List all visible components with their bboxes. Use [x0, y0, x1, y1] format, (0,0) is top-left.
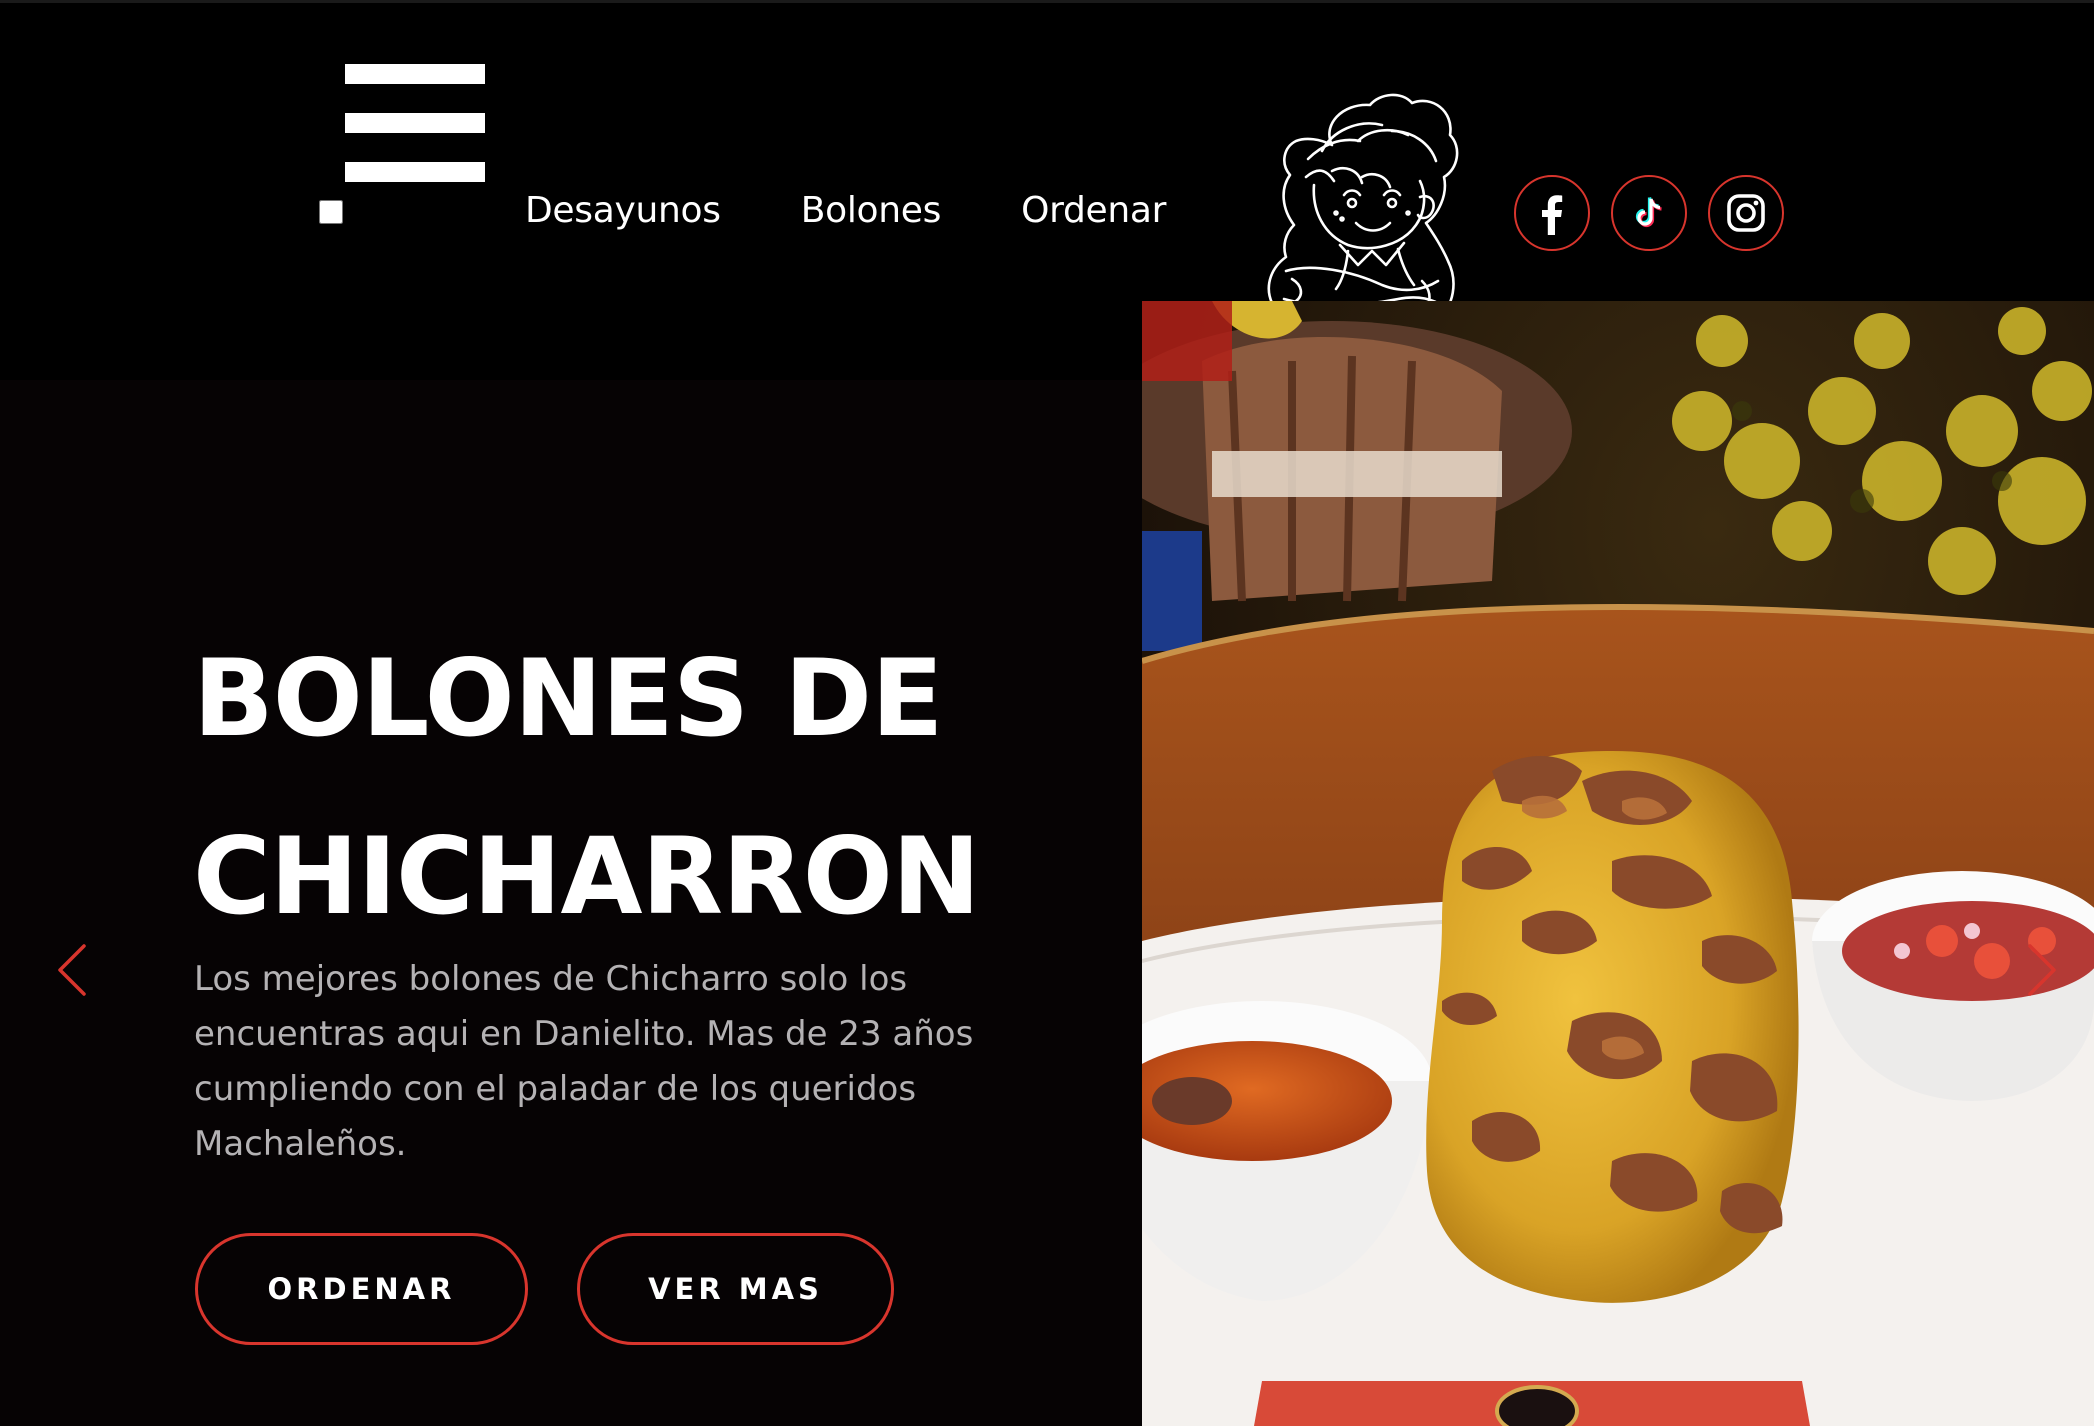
hamburger-bar	[345, 162, 485, 182]
chevron-right-icon[interactable]	[2022, 940, 2062, 1000]
chevron-left-icon[interactable]	[52, 940, 92, 1000]
hero-description: Los mejores bolones de Chicharro solo lo…	[194, 959, 974, 1164]
main-nav: Desayunos Bolones Ordenar	[525, 188, 1166, 234]
order-button[interactable]: ORDENAR	[195, 1233, 528, 1345]
instagram-link[interactable]	[1708, 175, 1784, 251]
hamburger-bar	[345, 64, 485, 84]
tiktok-icon	[1635, 197, 1662, 228]
page: Desayunos Bolones Ordenar BOLONES DE CHI…	[0, 0, 2094, 1426]
hamburger-bar	[345, 113, 485, 133]
hero-title-line2: CHICHARRON	[193, 815, 981, 938]
hero-title-line1: BOLONES DE	[193, 637, 944, 760]
nav-link-desayunos[interactable]: Desayunos	[525, 188, 721, 234]
tiktok-link[interactable]	[1611, 175, 1687, 251]
instagram-icon	[1727, 194, 1765, 232]
hero-title: BOLONES DE CHICHARRON	[193, 610, 1093, 966]
nav-link-bolones[interactable]: Bolones	[801, 188, 942, 234]
social-links	[1514, 175, 1784, 251]
menu-toggle-checkbox[interactable]	[319, 200, 343, 224]
hamburger-icon[interactable]	[345, 61, 485, 185]
see-more-button[interactable]: VER MAS	[577, 1233, 894, 1345]
facebook-link[interactable]	[1514, 175, 1590, 251]
bolon-de-chicharron-photo	[1142, 301, 2094, 1426]
nav-link-ordenar[interactable]: Ordenar	[1021, 188, 1166, 234]
facebook-icon	[1542, 195, 1563, 235]
